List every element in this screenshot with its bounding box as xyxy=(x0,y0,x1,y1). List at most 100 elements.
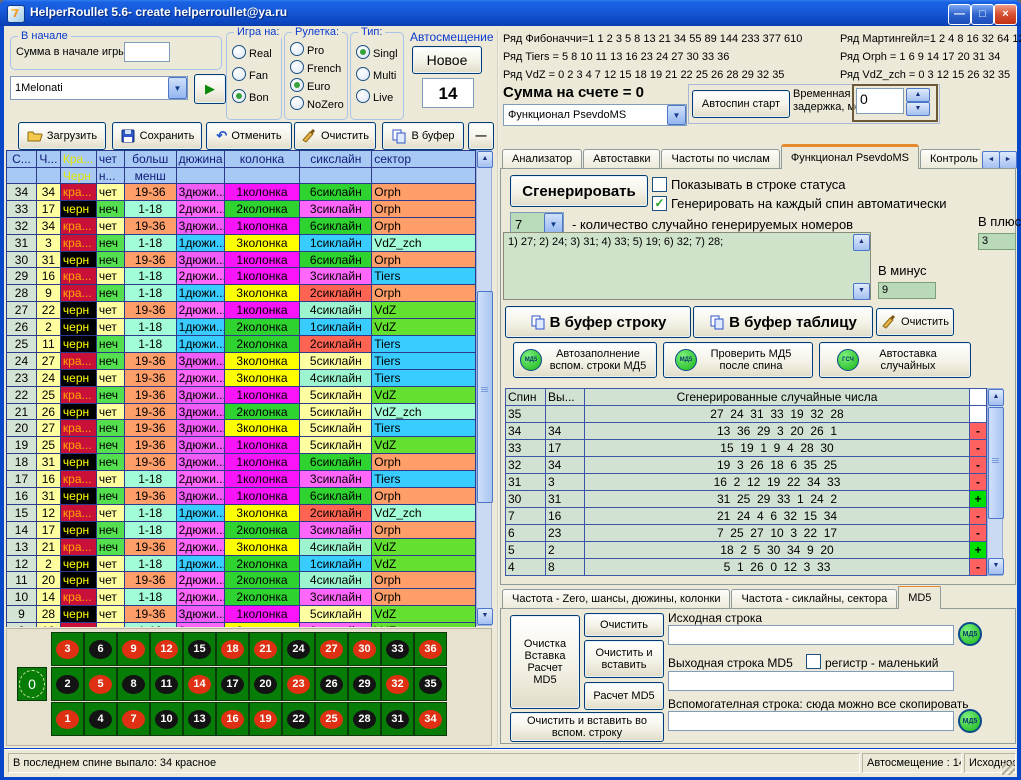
table-row[interactable]: 2126чернчет19-363дюжи...2колонка5сиклайн… xyxy=(7,404,476,421)
board-cell-8[interactable]: 8 xyxy=(117,667,150,701)
spin-table-scrollbar[interactable]: ▲ ▼ xyxy=(987,388,1003,576)
profile-select[interactable]: 1Melonati ▼ xyxy=(10,76,188,100)
radio-singl[interactable]: Singl xyxy=(356,45,398,67)
table-row[interactable]: 1716кра...чет1-182дюжи...1колонка3сиклай… xyxy=(7,471,476,488)
register-checkbox[interactable] xyxy=(806,654,821,669)
table-row[interactable]: 2427кра...неч19-363дюжи...3колонка5сикла… xyxy=(7,353,476,370)
spinner-up-icon[interactable]: ▲ xyxy=(906,88,930,102)
bottom-tab-1[interactable]: Частота - Zero, шансы, дюжины, колонки xyxy=(502,589,730,609)
tab-scroll-left-icon[interactable]: ◄ xyxy=(982,151,1000,169)
autobet-random-button[interactable]: ГСЧ Автоставка случайных xyxy=(819,342,971,378)
board-cell-12[interactable]: 12 xyxy=(150,632,183,666)
tab-scroll-right-icon[interactable]: ► xyxy=(999,151,1017,169)
collapse-button[interactable]: — xyxy=(468,122,494,150)
table-row[interactable]: 818кра...чет1-182дюжи...3колонка3сиклайн… xyxy=(7,623,476,627)
clear-generated-button[interactable]: Очистить xyxy=(876,308,954,336)
table-row[interactable]: 323419 3 26 18 6 35 25- xyxy=(505,457,987,474)
md5-source-input[interactable] xyxy=(668,625,954,645)
spinner-down-icon[interactable]: ▼ xyxy=(906,102,930,116)
table-row[interactable]: 2511черннеч1-181дюжи...2колонка2сиклайнT… xyxy=(7,336,476,353)
buffer-table-button[interactable]: В буфер таблицу xyxy=(693,306,873,338)
board-cell-26[interactable]: 26 xyxy=(315,667,348,701)
board-cell-15[interactable]: 15 xyxy=(183,632,216,666)
board-cell-23[interactable]: 23 xyxy=(282,667,315,701)
radio-live[interactable]: Live xyxy=(356,89,398,111)
board-cell-24[interactable]: 24 xyxy=(282,632,315,666)
radio-pro[interactable]: Pro xyxy=(290,42,344,60)
autoshift-value[interactable]: 14 xyxy=(422,78,474,108)
table-row[interactable]: 1321кра...неч19-362дюжи...3колонка4сикла… xyxy=(7,539,476,556)
table-row[interactable]: 31316 2 12 19 22 34 33- xyxy=(505,474,987,491)
table-row[interactable]: 1014кра...чет1-182дюжи...2колонка3сиклай… xyxy=(7,589,476,606)
table-row[interactable]: 289кра...неч1-181дюжи...3колонка2сиклайн… xyxy=(7,285,476,302)
table-row[interactable]: 3317черннеч1-182дюжи...2колонка3сиклайнO… xyxy=(7,201,476,218)
board-cell-4[interactable]: 4 xyxy=(84,702,117,736)
md5-run-icon[interactable]: МД5 xyxy=(958,622,982,646)
autofill-md5-button[interactable]: МД5 Автозаполнение вспом. строки МД5 xyxy=(513,342,657,378)
save-button[interactable]: Сохранить xyxy=(112,122,202,150)
minimize-button[interactable]: — xyxy=(948,4,971,25)
table-row[interactable]: 3031черннеч19-363дюжи...1колонка6сиклайн… xyxy=(7,252,476,269)
radio-real[interactable]: Real xyxy=(232,45,272,67)
board-cell-16[interactable]: 16 xyxy=(216,702,249,736)
textarea-scroll-up-icon[interactable]: ▲ xyxy=(853,234,870,251)
tab-5[interactable]: Контроль банкро xyxy=(920,149,980,169)
table-row[interactable]: 1417черннеч1-182дюжи...2колонка3сиклайнO… xyxy=(7,522,476,539)
board-cell-17[interactable]: 17 xyxy=(216,667,249,701)
board-cell-22[interactable]: 22 xyxy=(282,702,315,736)
tab-2[interactable]: Автоставки xyxy=(583,149,660,169)
board-cell-21[interactable]: 21 xyxy=(249,632,282,666)
chevron-down-icon[interactable]: ▼ xyxy=(168,77,187,99)
md5-aux-input[interactable] xyxy=(668,711,954,731)
board-cell-27[interactable]: 27 xyxy=(315,632,348,666)
board-cell-9[interactable]: 9 xyxy=(117,632,150,666)
play-button[interactable]: ▶ xyxy=(194,74,226,104)
table-row[interactable]: 3234кра...чет19-363дюжи...1колонка6сикла… xyxy=(7,218,476,235)
radio-multi[interactable]: Multi xyxy=(356,67,398,89)
table-row[interactable]: 1512кра...чет1-181дюжи...3колонка2сиклай… xyxy=(7,505,476,522)
autospin-start-button[interactable]: Автоспин старт xyxy=(692,90,790,118)
show-status-checkbox[interactable] xyxy=(652,177,667,192)
delay-input[interactable]: 0 xyxy=(856,88,904,114)
md5-clear-button[interactable]: Очистить xyxy=(584,613,664,637)
board-cell-30[interactable]: 30 xyxy=(348,632,381,666)
table-row[interactable]: 122чернчет1-181дюжи...2колонка1сиклайнVd… xyxy=(7,556,476,573)
table-row[interactable]: 928чернчет19-363дюжи...1колонка5сиклайнV… xyxy=(7,606,476,623)
table-row[interactable]: 1831черннеч19-363дюжи...1колонка6сиклайн… xyxy=(7,454,476,471)
md5-clear-insert-aux-button[interactable]: Очистить и вставить во вспом. строку xyxy=(510,712,664,742)
board-cell-33[interactable]: 33 xyxy=(381,632,414,666)
table-row[interactable]: 303131 25 29 33 1 24 2+ xyxy=(505,491,987,508)
textarea-scroll-down-icon[interactable]: ▼ xyxy=(853,283,870,300)
table-row[interactable]: 1120чернчет19-362дюжи...2колонка4сиклайн… xyxy=(7,572,476,589)
table-row[interactable]: 331715 19 1 9 4 28 30- xyxy=(505,440,987,457)
history-scrollbar[interactable]: ▲ ▼ xyxy=(476,150,492,626)
copy-buffer-button[interactable]: В буфер xyxy=(382,122,464,150)
new-button[interactable]: Новое xyxy=(412,46,482,74)
board-cell-7[interactable]: 7 xyxy=(117,702,150,736)
board-cell-19[interactable]: 19 xyxy=(249,702,282,736)
maximize-button[interactable]: □ xyxy=(971,4,994,25)
board-cell-1[interactable]: 1 xyxy=(51,702,84,736)
board-cell-6[interactable]: 6 xyxy=(84,632,117,666)
table-row[interactable]: 313кра...неч1-181дюжи...3колонка1сиклайн… xyxy=(7,235,476,252)
board-cell-25[interactable]: 25 xyxy=(315,702,348,736)
chevron-down-icon[interactable]: ▼ xyxy=(667,105,686,125)
table-row[interactable]: 262чернчет1-181дюжи...2колонка1сиклайнVd… xyxy=(7,319,476,336)
table-row[interactable]: 2722чернчет19-362дюжи...1колонка4сиклайн… xyxy=(7,302,476,319)
board-cell-29[interactable]: 29 xyxy=(348,667,381,701)
radio-euro[interactable]: Euro xyxy=(290,78,344,96)
board-cell-36[interactable]: 36 xyxy=(414,632,447,666)
radio-fan[interactable]: Fan xyxy=(232,67,272,89)
table-row[interactable]: 5218 2 5 30 34 9 20+ xyxy=(505,542,987,559)
tab-3[interactable]: Частоты по числам xyxy=(661,149,779,169)
table-row[interactable]: 2027кра...неч19-363дюжи...3колонка5сикла… xyxy=(7,420,476,437)
board-cell-31[interactable]: 31 xyxy=(381,702,414,736)
table-row[interactable]: 2225кра...неч19-363дюжи...1колонка5сикла… xyxy=(7,387,476,404)
table-row[interactable]: 2916кра...чет1-182дюжи...1колонка3сиклай… xyxy=(7,268,476,285)
table-row[interactable]: 485 1 26 0 12 3 33- xyxy=(505,559,987,576)
board-cell-14[interactable]: 14 xyxy=(183,667,216,701)
history-scrollbar-thumb[interactable] xyxy=(477,291,493,503)
scroll-up-icon[interactable]: ▲ xyxy=(477,151,493,168)
table-row[interactable]: 71621 24 4 6 32 15 34- xyxy=(505,508,987,525)
board-cell-20[interactable]: 20 xyxy=(249,667,282,701)
